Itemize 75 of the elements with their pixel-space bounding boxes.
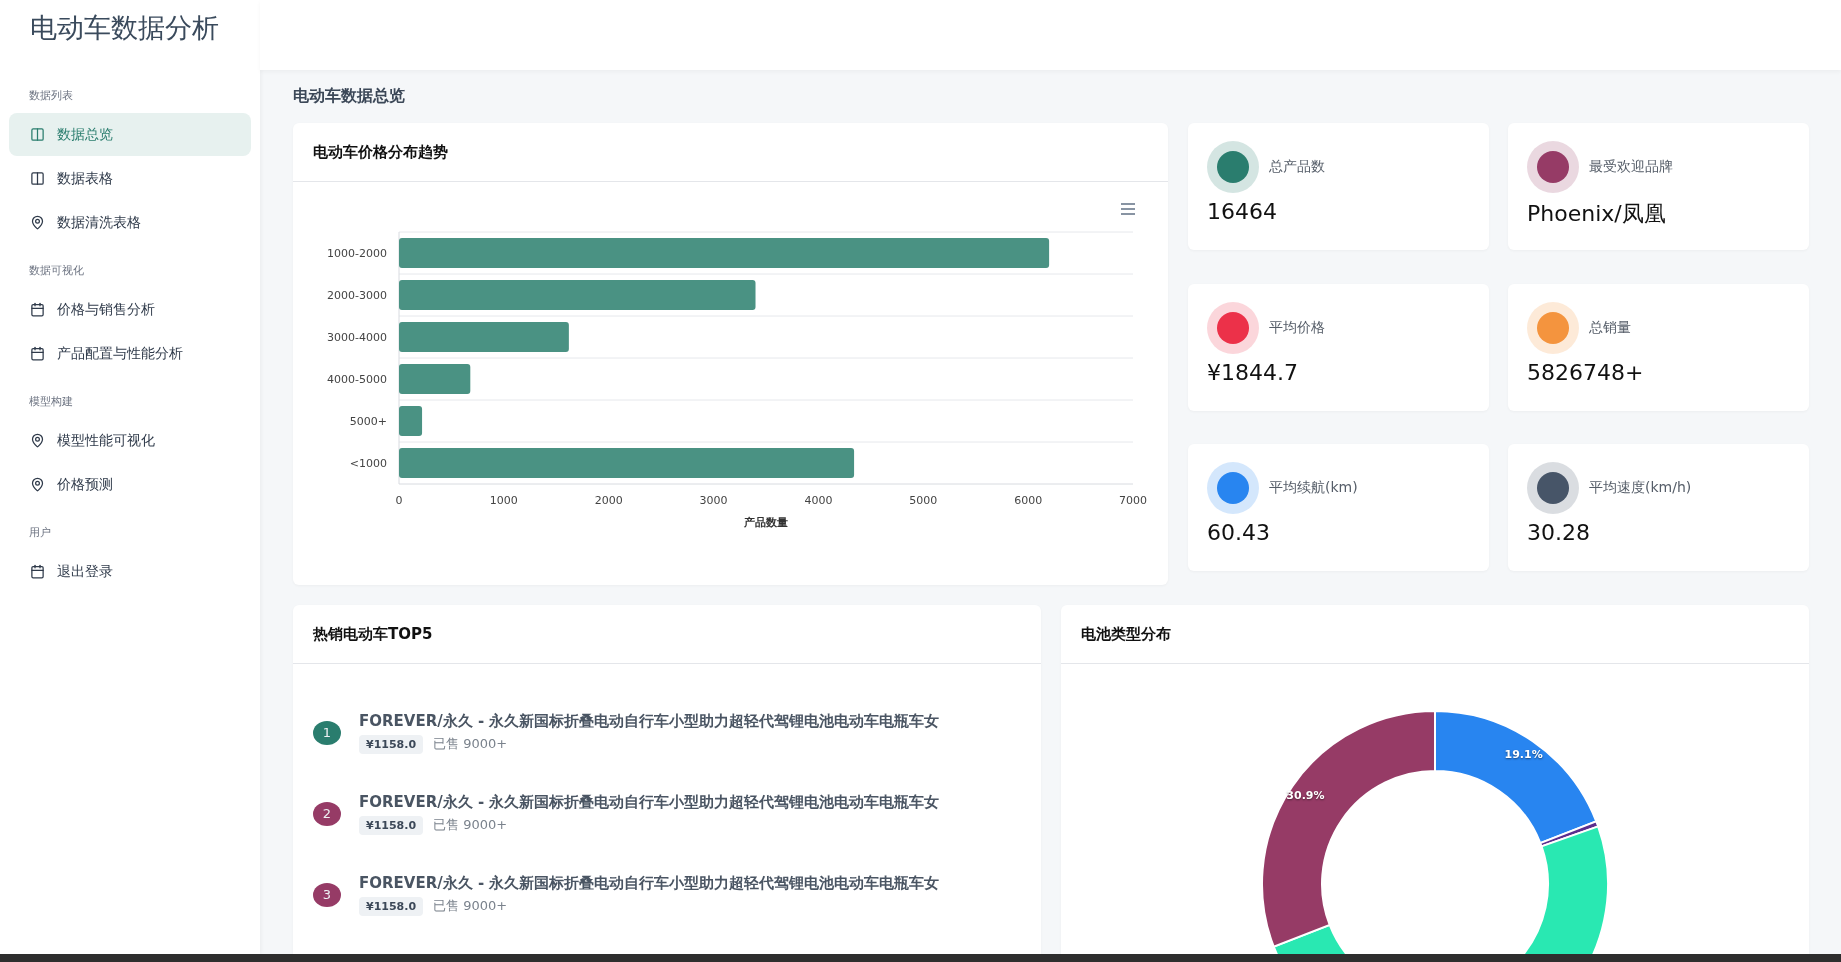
nav-item[interactable]: 数据清洗表格 xyxy=(9,201,251,244)
page-title: 电动车数据总览 xyxy=(293,86,406,107)
stat-value: ¥1844.7 xyxy=(1207,359,1299,385)
columns-icon xyxy=(30,127,45,142)
nav-item[interactable]: 模型性能可视化 xyxy=(9,419,251,462)
stat-label: 总产品数 xyxy=(1269,158,1325,176)
stat-ring-icon xyxy=(1207,462,1259,515)
nav-item[interactable]: 产品配置与性能分析 xyxy=(9,332,251,375)
rank-badge: 1 xyxy=(313,720,341,745)
axis-tick-label: 6000 xyxy=(1013,494,1042,507)
map-pin-icon xyxy=(30,477,45,492)
rank-badge: 3 xyxy=(313,882,341,907)
nav-item[interactable]: 价格预测 xyxy=(9,463,251,506)
axis-tick-label: 3000 xyxy=(699,494,728,507)
stat-ring-icon xyxy=(1207,141,1259,193)
axis-label: 3000-4000 xyxy=(326,331,387,344)
stat-value: 5826748+ xyxy=(1527,359,1645,385)
product-name: FOREVER/永久 - 永久新国标折叠电动自行车小型助力超轻代驾锂电池电动车电瓶车女 xyxy=(359,873,940,893)
nav-group-heading: 数据列表 xyxy=(28,88,74,104)
axis-tick-label: 2000 xyxy=(594,494,623,507)
price-tag: ¥1158.0 xyxy=(359,815,424,835)
axis-tick-label: 0 xyxy=(395,494,402,507)
nav-item[interactable]: 数据总览 xyxy=(9,113,251,156)
calendar-icon xyxy=(30,302,45,317)
nav-group-heading: 模型构建 xyxy=(28,394,74,410)
axis-tick-label: 4000 xyxy=(803,494,832,507)
stat-value: 60.43 xyxy=(1207,520,1271,546)
map-pin-icon xyxy=(30,215,45,230)
axis-label: 5000+ xyxy=(349,415,387,428)
app-title: 电动车数据分析 xyxy=(29,11,220,45)
bar xyxy=(398,406,422,436)
stat-label: 平均速度(km/h) xyxy=(1589,479,1692,498)
nav-item[interactable]: 价格与销售分析 xyxy=(9,288,251,331)
sold-count: 已售 9000+ xyxy=(433,816,508,834)
stat-ring-icon xyxy=(1527,462,1579,515)
product-name: FOREVER/永久 - 永久新国标折叠电动自行车小型助力超轻代驾锂电池电动车电瓶车女 xyxy=(359,792,940,812)
product-name: FOREVER/永久 - 永久新国标折叠电动自行车小型助力超轻代驾锂电池电动车电瓶车女 xyxy=(359,711,940,731)
axis-tick-label: 1000 xyxy=(489,494,518,507)
stat-ring-icon xyxy=(1527,301,1579,354)
axis-label: 2000-3000 xyxy=(326,289,387,302)
nav-item[interactable]: 退出登录 xyxy=(9,550,251,593)
nav-item[interactable]: 数据表格 xyxy=(9,157,251,200)
sold-count: 已售 9000+ xyxy=(433,735,508,753)
axis-tick-label: 5000 xyxy=(908,494,937,507)
card-title: 电动车价格分布趋势 xyxy=(293,123,1168,182)
stat-value: Phoenix/凤凰 xyxy=(1527,200,1667,228)
slice-label: 19.1% xyxy=(1504,748,1543,762)
axis-label: 4000-5000 xyxy=(326,373,387,386)
menu-icon[interactable] xyxy=(1119,203,1136,215)
rank-badge: 2 xyxy=(313,801,341,826)
axis-label: <1000 xyxy=(349,457,387,470)
bar xyxy=(398,364,470,394)
stat-ring-icon xyxy=(1207,301,1259,354)
stat-value: 16464 xyxy=(1207,199,1278,224)
card-title: 电池类型分布 xyxy=(1061,605,1809,664)
price-tag: ¥1158.0 xyxy=(359,896,424,916)
stat-value: 30.28 xyxy=(1527,520,1591,546)
axis-label: 1000-2000 xyxy=(326,247,387,260)
map-pin-icon xyxy=(30,433,45,448)
stat-label: 平均价格 xyxy=(1269,318,1325,337)
stat-label: 总销量 xyxy=(1589,318,1631,337)
slice-label: 30.9% xyxy=(1286,789,1325,803)
stat-ring-icon xyxy=(1527,141,1579,193)
card-title: 热销电动车TOP5 xyxy=(293,605,1041,664)
price-tag: ¥1158.0 xyxy=(359,734,424,754)
stat-label: 平均续航(km) xyxy=(1269,479,1358,498)
axis-tick-label: 7000 xyxy=(1118,494,1147,507)
calendar-icon xyxy=(30,346,45,361)
axis-title: 产品数量 xyxy=(743,516,788,529)
stat-label: 最受欢迎品牌 xyxy=(1589,158,1673,176)
sold-count: 已售 9000+ xyxy=(433,897,508,915)
nav-group-heading: 数据可视化 xyxy=(28,263,85,279)
calendar-icon xyxy=(30,564,45,579)
columns-icon xyxy=(30,171,45,186)
nav-group-heading: 用户 xyxy=(28,525,52,541)
